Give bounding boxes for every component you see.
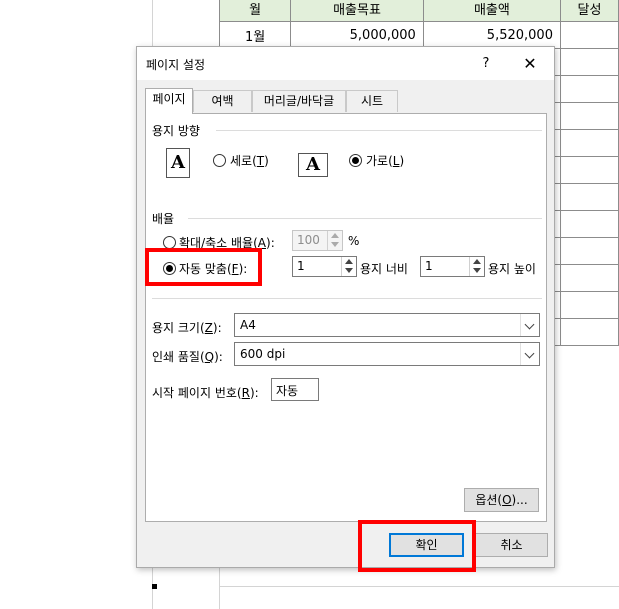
close-icon[interactable]: ✕ xyxy=(515,52,545,76)
paper-size-value: A4 xyxy=(240,318,256,332)
print-quality-label: 인쇄 품질(Q): xyxy=(152,350,223,364)
group-divider xyxy=(216,130,542,131)
spin-up-icon[interactable] xyxy=(331,233,339,238)
adjust-to-radio[interactable] xyxy=(163,236,176,249)
page-tab-panel: 용지 방향 A 세로(T) A 가로(L) 배율 확대/축소 배율(A): 10… xyxy=(145,113,547,522)
spinner-arrows[interactable] xyxy=(469,257,484,276)
print-quality-select[interactable]: 600 dpi xyxy=(234,342,540,366)
header-sales[interactable]: 매출액 xyxy=(422,0,561,22)
spinner-arrows[interactable] xyxy=(341,257,356,276)
table-row: 1월 5,000,000 5,520,000 xyxy=(218,21,619,49)
fit-pages-wide-value: 1 xyxy=(297,259,305,273)
first-page-number-value: 자동 xyxy=(276,384,299,398)
header-achievement[interactable]: 달성 xyxy=(559,0,619,22)
options-button[interactable]: 옵션(O)... xyxy=(464,488,539,512)
group-divider xyxy=(188,218,542,219)
fit-to-label[interactable]: 자동 맞춤(F): xyxy=(179,260,247,277)
cell-achievement[interactable] xyxy=(559,237,619,265)
portrait-label[interactable]: 세로(T) xyxy=(230,152,269,169)
cell-achievement[interactable] xyxy=(559,264,619,292)
cell-achievement[interactable] xyxy=(559,156,619,184)
fit-pages-tall-spinner[interactable]: 1 xyxy=(420,256,485,277)
cell-target[interactable]: 5,000,000 xyxy=(290,21,424,49)
adjust-percent-value: 100 xyxy=(297,233,320,247)
help-button[interactable]: ? xyxy=(471,52,501,76)
print-quality-value: 600 dpi xyxy=(240,347,286,361)
tab-margins[interactable]: 여백 xyxy=(193,90,252,112)
header-month[interactable]: 월 xyxy=(218,0,292,22)
fit-pages-tall-value: 1 xyxy=(425,259,433,273)
spin-up-icon[interactable] xyxy=(345,259,353,264)
cell-sales[interactable]: 5,520,000 xyxy=(422,21,561,49)
landscape-radio[interactable] xyxy=(349,154,362,167)
cell-achievement[interactable] xyxy=(559,102,619,130)
spin-down-icon[interactable] xyxy=(345,268,353,273)
tab-header-footer[interactable]: 머리글/바닥글 xyxy=(252,90,346,112)
scaling-group-label: 배율 xyxy=(152,212,175,226)
tab-sheet[interactable]: 시트 xyxy=(346,90,398,112)
first-page-number-label: 시작 페이지 번호(R): xyxy=(152,386,259,400)
dialog-title: 페이지 설정 xyxy=(146,58,206,72)
chevron-down-icon[interactable] xyxy=(520,314,539,336)
spin-down-icon[interactable] xyxy=(331,242,339,247)
cell-achievement[interactable] xyxy=(559,210,619,238)
portrait-page-icon: A xyxy=(166,148,190,178)
paper-size-select[interactable]: A4 xyxy=(234,313,540,337)
adjust-to-label[interactable]: 확대/축소 배율(A): xyxy=(179,234,275,251)
first-page-number-input[interactable]: 자동 xyxy=(271,378,319,401)
table-header-row: 월 매출목표 매출액 달성 xyxy=(218,0,619,22)
fit-pages-wide-spinner[interactable]: 1 xyxy=(292,256,357,277)
page-setup-dialog: 페이지 설정 ? ✕ 페이지 여백 머리글/바닥글 시트 용지 방향 A 세로(… xyxy=(136,46,555,568)
cell-achievement[interactable] xyxy=(559,291,619,319)
cancel-button[interactable]: 취소 xyxy=(475,533,548,557)
ok-button[interactable]: 확인 xyxy=(389,533,464,557)
orientation-group-label: 용지 방향 xyxy=(152,124,200,138)
chevron-down-icon[interactable] xyxy=(520,343,539,365)
cell-month[interactable]: 1월 xyxy=(218,21,292,49)
row-gridline xyxy=(219,586,619,587)
portrait-radio[interactable] xyxy=(213,154,226,167)
percent-sign: % xyxy=(348,234,360,248)
fit-to-radio[interactable] xyxy=(163,262,176,275)
cell-achievement[interactable] xyxy=(559,75,619,103)
dialog-titlebar[interactable]: 페이지 설정 ? ✕ xyxy=(137,47,554,80)
cell-achievement[interactable] xyxy=(559,318,619,346)
cell-achievement[interactable] xyxy=(559,48,619,76)
pages-wide-label: 용지 너비 xyxy=(360,262,408,276)
paper-size-label: 용지 크기(Z): xyxy=(152,321,222,335)
tab-page[interactable]: 페이지 xyxy=(145,88,193,114)
pages-tall-label: 용지 높이 xyxy=(488,262,536,276)
landscape-label[interactable]: 가로(L) xyxy=(366,152,404,169)
spin-down-icon[interactable] xyxy=(473,268,481,273)
adjust-percent-spinner[interactable]: 100 xyxy=(292,230,343,251)
spin-up-icon[interactable] xyxy=(473,259,481,264)
cell-achievement[interactable] xyxy=(559,21,619,49)
spinner-arrows[interactable] xyxy=(327,231,342,250)
fill-handle[interactable] xyxy=(152,584,157,589)
section-divider xyxy=(152,298,542,299)
cell-achievement[interactable] xyxy=(559,183,619,211)
header-target[interactable]: 매출목표 xyxy=(290,0,424,22)
cell-achievement[interactable] xyxy=(559,129,619,157)
landscape-page-icon: A xyxy=(298,153,328,177)
